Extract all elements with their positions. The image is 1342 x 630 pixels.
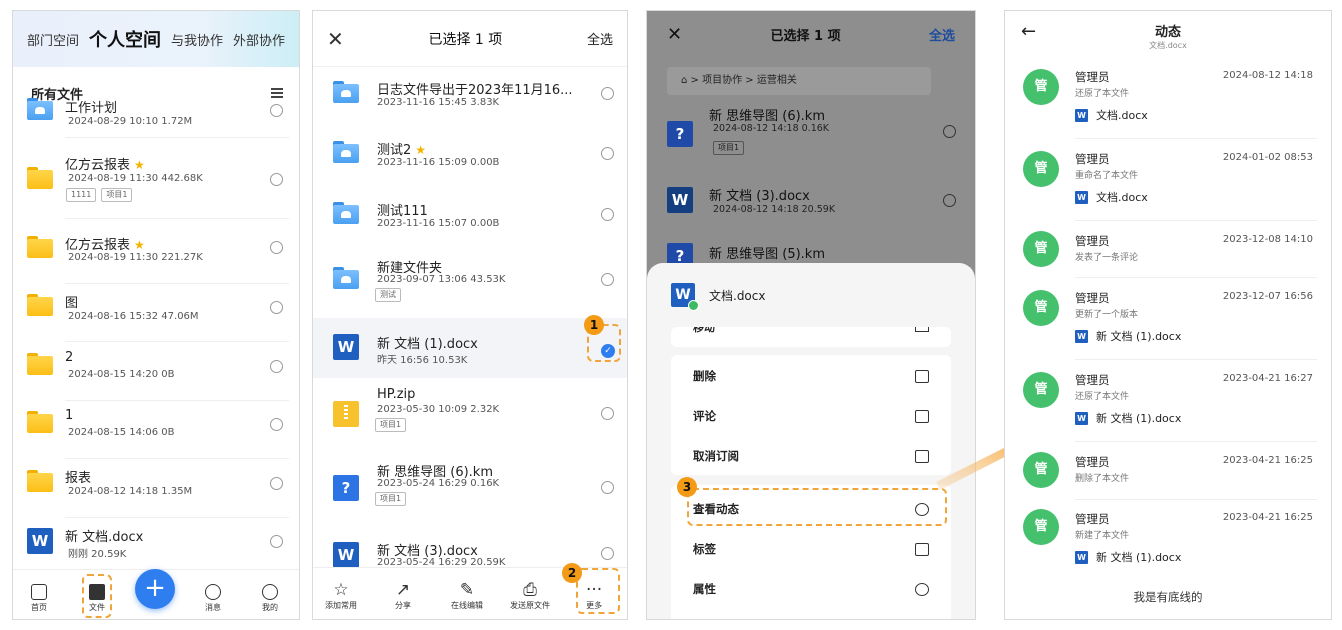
- activity-time: 2023-12-08 14:10: [1222, 234, 1313, 245]
- end-of-list-note: 我是有底线的: [1133, 590, 1203, 604]
- avatar: 管: [1023, 290, 1059, 326]
- activity-time: 2023-04-21 16:27: [1222, 373, 1313, 384]
- word-file-icon: W: [1075, 411, 1088, 425]
- activity-user: 管理员: [1075, 373, 1110, 387]
- activity-user: 管理员: [1075, 291, 1110, 305]
- activity-file[interactable]: W新 文档 (1).docx: [1075, 410, 1181, 426]
- activity-file[interactable]: W新 文档 (1).docx: [1075, 328, 1181, 344]
- activity-user: 管理员: [1075, 70, 1110, 84]
- avatar: 管: [1023, 69, 1059, 105]
- activity-item: 管 管理员 更新了一个版本 2023-12-07 16:56 W新 文档 (1)…: [1005, 288, 1331, 370]
- page-title: 动态: [1154, 25, 1181, 40]
- activity-user: 管理员: [1075, 512, 1110, 526]
- word-file-icon: W: [1075, 190, 1088, 204]
- back-arrow-icon[interactable]: ←: [1021, 21, 1036, 42]
- activity-action: 删除了本文件: [1075, 474, 1130, 484]
- page-subtitle: 文档.docx: [1149, 41, 1187, 50]
- activity-item: 管 管理员 重命名了本文件 2024-01-02 08:53 W 文档.docx: [1005, 149, 1331, 231]
- word-file-icon: W: [1075, 329, 1088, 343]
- activity-user: 管理员: [1075, 152, 1110, 166]
- activity-file[interactable]: W 文档.docx: [1075, 107, 1148, 123]
- word-file-icon: W: [1075, 108, 1088, 122]
- avatar: 管: [1023, 151, 1059, 187]
- activity-time: 2024-01-02 08:53: [1222, 152, 1313, 163]
- activity-file[interactable]: W新 文档 (1).docx: [1075, 549, 1181, 565]
- activity-file[interactable]: W 文档.docx: [1075, 189, 1148, 205]
- activity-item: 管 管理员 还原了本文件 2024-08-12 14:18 W 文档.docx: [1005, 67, 1331, 149]
- activity-header: ← 动态 文档.docx: [1005, 11, 1331, 59]
- avatar: 管: [1023, 372, 1059, 408]
- activity-user: 管理员: [1075, 455, 1110, 469]
- avatar: 管: [1023, 509, 1059, 545]
- activity-user: 管理员: [1075, 234, 1110, 248]
- activity-action: 发表了一条评论: [1075, 253, 1139, 263]
- activity-action: 重命名了本文件: [1075, 171, 1139, 181]
- activity-item: 管 管理员 发表了一条评论 2023-12-08 14:10: [1005, 231, 1331, 287]
- activity-item: 管 管理员 新建了本文件 2023-04-21 16:25 W新 文档 (1).…: [1005, 509, 1331, 591]
- activity-item: 管 管理员 还原了本文件 2023-04-21 16:27 W新 文档 (1).…: [1005, 370, 1331, 452]
- word-file-icon: W: [1075, 550, 1088, 564]
- activity-time: 2023-04-21 16:25: [1222, 455, 1313, 466]
- activity-action: 更新了一个版本: [1075, 310, 1139, 320]
- activity-action: 新建了本文件: [1075, 531, 1130, 541]
- activity-time: 2023-04-21 16:25: [1222, 512, 1313, 523]
- activity-time: 2024-08-12 14:18: [1222, 70, 1313, 81]
- avatar: 管: [1023, 452, 1059, 488]
- activity-action: 还原了本文件: [1075, 89, 1130, 99]
- activity-action: 还原了本文件: [1075, 392, 1130, 402]
- activity-time: 2023-12-07 16:56: [1222, 291, 1313, 302]
- avatar: 管: [1023, 231, 1059, 267]
- activity-screen: ← 动态 文档.docx 管 管理员 还原了本文件 2024-08-12 14:…: [1004, 10, 1332, 620]
